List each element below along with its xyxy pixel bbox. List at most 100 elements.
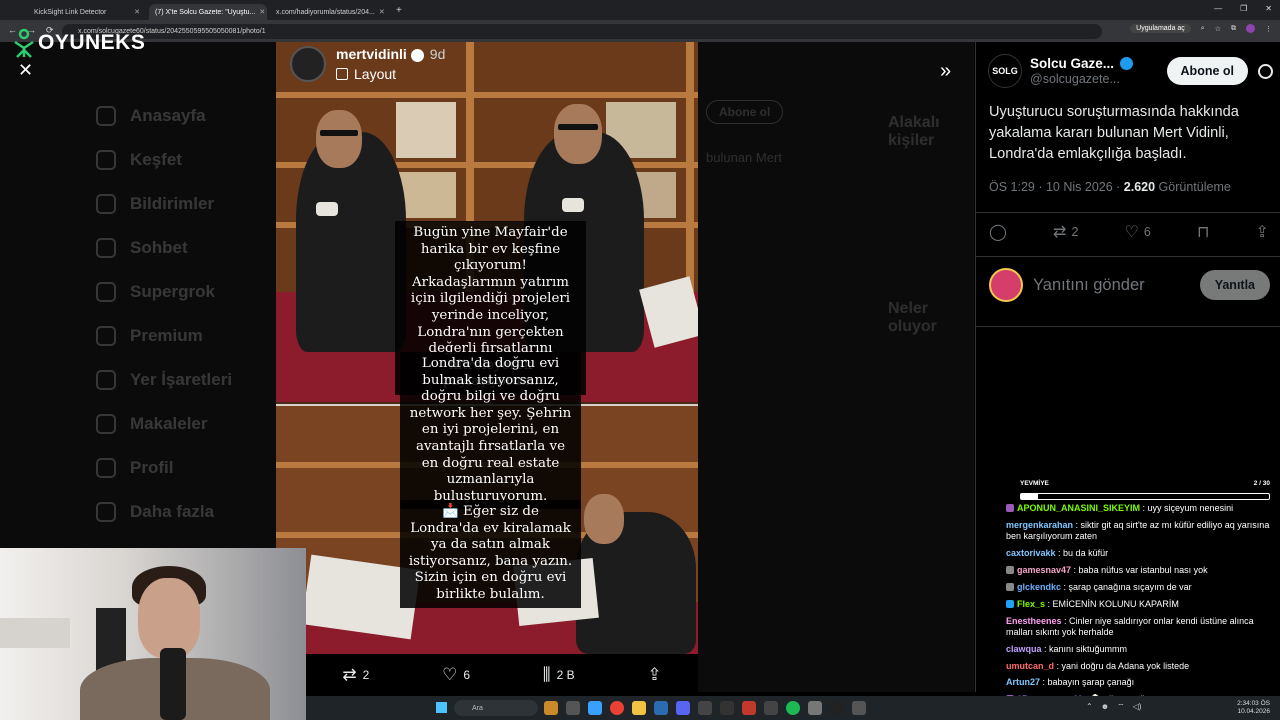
app-icon[interactable] xyxy=(720,701,734,715)
app-icon[interactable] xyxy=(566,701,580,715)
grok-icon[interactable] xyxy=(1258,63,1273,79)
face xyxy=(584,494,624,544)
app-icon[interactable] xyxy=(588,701,602,715)
bg-nav-item: Anasayfa xyxy=(96,94,232,138)
app-icon[interactable] xyxy=(698,701,712,715)
logo-mark-icon xyxy=(14,28,34,58)
app-icon[interactable] xyxy=(830,701,844,715)
chrome-icon[interactable] xyxy=(610,701,624,715)
retweet-action[interactable]: ⇄ 2 xyxy=(1053,222,1078,242)
volume-icon[interactable]: ◁) xyxy=(1133,702,1142,712)
retweet-button[interactable]: ⇄ 2 xyxy=(342,665,369,685)
tray-app-icon[interactable]: ☻ xyxy=(1101,702,1109,712)
shelf-plank xyxy=(276,92,698,98)
close-icon[interactable]: ✕ xyxy=(259,8,265,16)
tab-hadiyorumla[interactable]: x.com/hadiyorumla/status/204... ✕ xyxy=(270,4,388,20)
bg-nav-item: Keşfet xyxy=(96,138,232,182)
app-icon[interactable] xyxy=(764,701,778,715)
bg-nav-item: Premium xyxy=(96,314,232,358)
sunglasses xyxy=(320,130,358,136)
tray-chevron-icon[interactable]: ⌃ xyxy=(1086,702,1093,712)
close-icon[interactable]: ✕ xyxy=(134,8,140,16)
extensions-icon[interactable]: ⧉ xyxy=(1231,25,1236,33)
open-in-app-button[interactable]: Uygulamada aç xyxy=(1130,24,1191,33)
tab-solcu-gazete[interactable]: (7) X'te Solcu Gazete: "Uyuştu... ✕ xyxy=(149,4,267,20)
browser-tab-bar: KickSight Link Detector ✕ (7) X'te Solcu … xyxy=(0,0,1280,20)
reply-action[interactable]: ◯ xyxy=(989,222,1007,242)
chat-message: Flex_s : EMİCENİN KOLUNU KAPARİM xyxy=(1006,599,1274,610)
share-action[interactable]: ⇪ xyxy=(1256,222,1269,242)
bookmark-action[interactable]: ⊓ xyxy=(1197,222,1209,242)
chat-username[interactable]: Flex_s xyxy=(1017,599,1045,609)
chat-username[interactable]: gamesnav47 xyxy=(1017,565,1071,575)
chat-username[interactable]: clawqua xyxy=(1006,644,1042,654)
chat-username[interactable]: Enestheenes xyxy=(1006,616,1062,626)
tab-kicksight[interactable]: KickSight Link Detector ✕ xyxy=(28,4,146,20)
reply-input[interactable]: Yanıtını gönder xyxy=(1033,276,1145,295)
story-username: mertvidinli xyxy=(336,46,407,62)
bg-nav-item: Makaleler xyxy=(96,402,232,446)
retweet-count: 2 xyxy=(1071,225,1079,239)
new-tab-button[interactable]: + xyxy=(396,5,402,16)
chat-username[interactable]: Artun27 xyxy=(1006,677,1040,687)
author-handle[interactable]: @solcugazete... xyxy=(1030,72,1133,86)
app-icon[interactable] xyxy=(742,701,756,715)
ghost-section-1: Alakalı kişiler xyxy=(888,114,940,149)
maximize-icon[interactable]: ❐ xyxy=(1240,4,1247,13)
profile-icon[interactable] xyxy=(1246,24,1255,33)
menu-icon[interactable]: ⋮ xyxy=(1265,25,1272,33)
views-button[interactable]: ⫼ 2 B xyxy=(543,665,575,685)
app-icon[interactable] xyxy=(544,701,558,715)
bookmark-star-icon[interactable]: ☆ xyxy=(1215,25,1221,33)
windows-start-icon[interactable] xyxy=(436,702,447,713)
close-media-icon[interactable]: ✕ xyxy=(18,60,33,81)
chat-text: : bu da küfür xyxy=(1055,547,1109,558)
tweet-timestamp[interactable]: ÖS 1:29 · 10 Nis 2026 · xyxy=(989,180,1124,194)
chat-username[interactable]: glckendkc xyxy=(1017,582,1061,592)
app-icon[interactable] xyxy=(654,701,668,715)
close-icon[interactable]: ✕ xyxy=(379,8,385,16)
close-window-icon[interactable]: ✕ xyxy=(1265,4,1272,13)
folder-icon[interactable] xyxy=(632,701,646,715)
layout-icon xyxy=(336,68,348,80)
face xyxy=(554,104,602,164)
address-bar-row: ← → ⟳ x.com/solcugazete60/status/2042550… xyxy=(0,20,1280,42)
like-action[interactable]: ♡ 6 xyxy=(1125,222,1151,242)
chat-username[interactable]: umutcan_d xyxy=(1006,661,1054,671)
tweet-views-count: 2.620 xyxy=(1123,180,1156,194)
chat-text: : yani doğru da Adana yok listede xyxy=(1054,660,1190,671)
share-icon: ⇪ xyxy=(647,665,662,684)
stream-logo: OYUNEKS xyxy=(12,28,145,58)
like-button[interactable]: ♡ 6 xyxy=(442,665,470,685)
sunglasses xyxy=(558,124,598,130)
story-layout-label: Layout xyxy=(354,66,397,82)
reply-icon: ◯ xyxy=(989,224,1007,241)
tweet-text: Uyuşturucu soruşturmasında hakkında yaka… xyxy=(989,104,1239,162)
app-icon[interactable] xyxy=(808,701,822,715)
taskbar-search[interactable]: Ara xyxy=(454,700,538,716)
reply-button[interactable]: Yanıtla xyxy=(1199,270,1270,300)
chat-username[interactable]: mergenkarahan xyxy=(1006,520,1073,530)
like-count: 6 xyxy=(1143,225,1151,239)
chat-message: APONUN_ANASINI_SIKEYIM : uyy siçeyum nen… xyxy=(1006,503,1274,514)
chat-username[interactable]: caxtorivakk xyxy=(1006,548,1056,558)
chat-message: clawqua : kanını siktuğummm xyxy=(1006,644,1274,655)
url-field[interactable]: x.com/solcugazete60/status/2042550595505… xyxy=(62,23,1102,39)
author-avatar[interactable]: SOLG xyxy=(988,54,1022,88)
spotify-icon[interactable] xyxy=(786,701,800,715)
share-button[interactable]: ⇪ xyxy=(647,665,661,685)
author-names: Solcu Gaze... @solcugazete... xyxy=(1030,56,1133,86)
expand-panel-icon[interactable]: » xyxy=(940,60,951,83)
network-icon[interactable]: ⌔ xyxy=(1117,702,1125,712)
app-icon[interactable] xyxy=(852,701,866,715)
share-icon: ⇪ xyxy=(1255,224,1269,241)
chat-username[interactable]: APONUN_ANASINI_SIKEYIM xyxy=(1017,503,1140,513)
discord-icon[interactable] xyxy=(676,701,690,715)
follow-button[interactable]: Abone ol xyxy=(1166,57,1248,85)
author-name-row[interactable]: Solcu Gaze... xyxy=(1030,56,1133,71)
minimize-icon[interactable]: — xyxy=(1214,4,1222,13)
zoom-icon[interactable]: ⌕ xyxy=(1201,25,1205,33)
chat-badge-icon xyxy=(1006,599,1014,608)
goal-label: YEVMİYE xyxy=(1020,480,1049,487)
taskbar-clock[interactable]: 2:34:03 ÖS 10.04.2026 xyxy=(1237,700,1270,716)
